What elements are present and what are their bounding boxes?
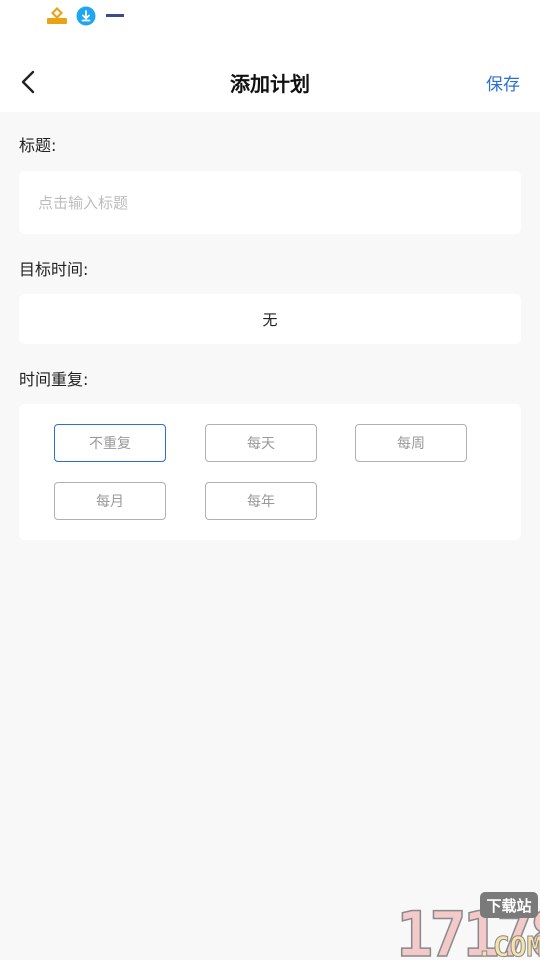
nav-bar: 添加计划 保存 (0, 60, 540, 112)
title-label: 标题: (19, 136, 57, 155)
repeat-options-card: 不重复 每天 每周 每月 每年 (19, 404, 521, 540)
watermark-badge: 下载站 (486, 897, 531, 915)
repeat-option-none[interactable]: 不重复 (54, 424, 166, 462)
save-button[interactable]: 保存 (486, 70, 520, 95)
page-title: 添加计划 (230, 72, 310, 96)
download-icon (76, 6, 96, 26)
repeat-option-daily[interactable]: 每天 (205, 424, 317, 462)
watermark-domain: .COM (476, 930, 540, 960)
title-input[interactable] (19, 171, 521, 234)
target-time-label: 目标时间: (19, 260, 89, 279)
app-logo-icon (47, 7, 67, 24)
app-small-icon (106, 14, 124, 17)
repeat-label: 时间重复: (19, 370, 89, 389)
target-time-picker[interactable]: 无 (19, 294, 521, 344)
title-card (19, 171, 521, 234)
repeat-option-weekly[interactable]: 每周 (355, 424, 467, 462)
target-time-value: 无 (262, 310, 278, 329)
status-bar (0, 0, 540, 60)
repeat-option-yearly[interactable]: 每年 (205, 482, 317, 520)
site-watermark: 17178 下载站 .COM (395, 892, 540, 960)
repeat-option-monthly[interactable]: 每月 (54, 482, 166, 520)
